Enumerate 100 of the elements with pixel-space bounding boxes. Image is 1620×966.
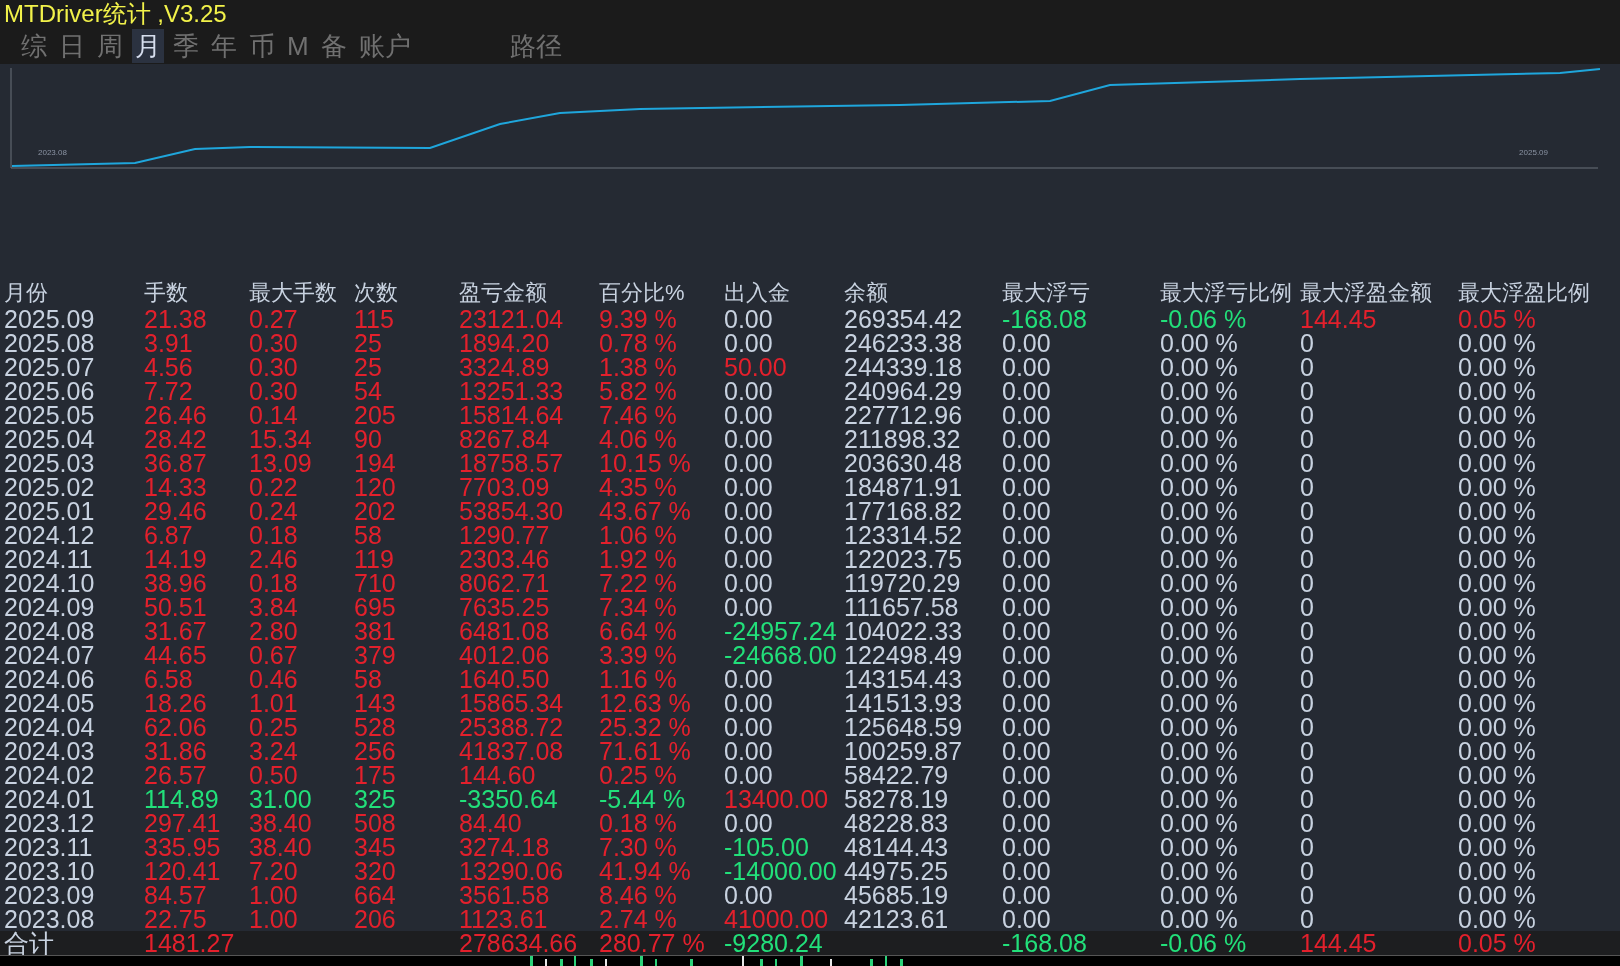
table-cell-text: 13400.00 — [724, 787, 830, 811]
table-cell-text: 0.00 — [1002, 643, 1052, 667]
table-cell-text: 0.00 — [724, 307, 774, 331]
table-cell-text: 0.00 — [1002, 667, 1052, 691]
table-cell-text: 0.00 — [1002, 763, 1052, 787]
table-cell-text: 508 — [354, 811, 397, 835]
tab[interactable]: 综 — [18, 28, 50, 63]
table-cell-text: 280.77 % — [599, 931, 706, 955]
table-cell-text: 379 — [354, 643, 397, 667]
table-cell-text: 0.00 — [724, 763, 774, 787]
table-cell-text: 2023.12 — [4, 811, 96, 835]
table-cell-text: 0.00 % — [1160, 499, 1239, 523]
tab[interactable]: 币 — [246, 28, 278, 63]
table-cell-text: 0 — [1300, 571, 1315, 595]
table-cell-text: 50.51 — [144, 595, 208, 619]
table-cell-text: 90 — [354, 427, 383, 451]
tab[interactable]: M — [284, 28, 312, 63]
table-cell-text: 13251.33 — [459, 379, 565, 403]
table-cell-text: 0.00 % — [1160, 427, 1239, 451]
tab[interactable]: 备 — [317, 28, 350, 63]
table-cell-text: 0.00 — [1002, 451, 1052, 475]
table-cell-text: -14000.00 — [724, 859, 838, 883]
table-cell-text: 0.00 — [724, 547, 774, 571]
table-cell-text: 0.00 — [1002, 715, 1052, 739]
table-cell-text: 50.00 — [724, 355, 788, 379]
table-cell-text: 合计 — [4, 931, 55, 955]
table-cell-text: 0.00 — [1002, 475, 1052, 499]
table-cell-text: 0 — [1300, 475, 1315, 499]
table-cell-text: 8062.71 — [459, 571, 551, 595]
table-cell-text: 184871.91 — [844, 475, 964, 499]
table-cell-text: 29.46 — [144, 499, 208, 523]
table-cell-text: 3.24 — [249, 739, 299, 763]
table-cell-text: 5.82 % — [599, 379, 678, 403]
table-cell-text: 44.65 — [144, 643, 208, 667]
tab[interactable]: 月 — [132, 28, 164, 63]
path-label[interactable]: 路径 — [509, 28, 562, 63]
table-cell-text: 1.00 — [249, 907, 299, 931]
table-cell-text: 12.63 % — [599, 691, 692, 715]
tab[interactable]: 账户 — [355, 28, 414, 63]
table-cell-text: 41.94 % — [599, 859, 692, 883]
table-cell-text: 0.00 % — [1160, 331, 1239, 355]
table-cell-text: 4012.06 — [459, 643, 551, 667]
table-cell-text: 0 — [1300, 835, 1315, 859]
table-cell-text: 0.00 % — [1160, 595, 1239, 619]
table-cell-text: 0.30 — [249, 331, 299, 355]
table-cell-text: 0.00 % — [1160, 739, 1239, 763]
column-header: 最大手数 — [249, 279, 338, 307]
table-cell-text: 0.00 % — [1458, 643, 1537, 667]
table-cell-text: 0 — [1300, 403, 1315, 427]
table-cell-text: 13.09 — [249, 451, 313, 475]
table-cell-text: 15.34 — [249, 427, 313, 451]
table-cell-text: 31.86 — [144, 739, 208, 763]
table-cell-text: 0.00 — [1002, 619, 1052, 643]
table-cell-text: 0.24 — [249, 499, 299, 523]
table-cell-text: 0.00 — [1002, 355, 1052, 379]
column-header: 最大浮盈金额 — [1300, 279, 1433, 307]
table-cell-text: 0.00 % — [1458, 883, 1537, 907]
table-cell-text: 0.00 — [724, 331, 774, 355]
tab[interactable]: 日 — [56, 28, 88, 63]
table-cell-text: 0.05 % — [1458, 307, 1537, 331]
table-cell-text: 84.40 — [459, 811, 523, 835]
table-cell-text: 256 — [354, 739, 397, 763]
table-cell-text: 0 — [1300, 667, 1315, 691]
column-header: 最大浮亏 — [1002, 279, 1091, 307]
table-cell-text: 664 — [354, 883, 397, 907]
table-cell-text: 0.30 — [249, 355, 299, 379]
table-cell-text: 0.00 — [1002, 787, 1052, 811]
table-cell-text: 0.00 — [724, 403, 774, 427]
table-cell-text: 205 — [354, 403, 397, 427]
table-cell-text: 115 — [354, 307, 395, 331]
table-cell-text: 58422.79 — [844, 763, 950, 787]
table-cell-text: 38.40 — [249, 835, 313, 859]
table-cell-text: 175 — [354, 763, 397, 787]
axis-label: 2023.08 — [38, 147, 67, 158]
table-cell-text: 0.00 % — [1160, 547, 1239, 571]
table-cell-text: -24957.24 — [724, 619, 838, 643]
tab[interactable]: 周 — [94, 28, 126, 63]
table-cell-text: 0.00 — [1002, 907, 1052, 931]
table-cell-text: 2024.07 — [4, 643, 96, 667]
table-cell-text: 2025.02 — [4, 475, 96, 499]
table-cell-text: 1.06 % — [599, 523, 678, 547]
table-cell-text: 206 — [354, 907, 397, 931]
table-cell-text: 0.00 % — [1458, 547, 1537, 571]
table-cell-text: 0.00 % — [1458, 667, 1537, 691]
table-cell-text: 0.00 — [724, 883, 774, 907]
table-cell-text: 41837.08 — [459, 739, 565, 763]
table-cell-text: -5.44 % — [599, 787, 687, 811]
table-cell-text: 18.26 — [144, 691, 208, 715]
table-cell-text: 0 — [1300, 331, 1315, 355]
table-cell-text: 15865.34 — [459, 691, 565, 715]
table-cell-text: 0.00 % — [1458, 427, 1537, 451]
table-cell-text: 0.00 % — [1160, 523, 1239, 547]
table-cell-text: 2023.10 — [4, 859, 96, 883]
tab[interactable]: 年 — [208, 28, 240, 63]
table-cell-text: 0.22 — [249, 475, 299, 499]
table-cell-text: 4.56 — [144, 355, 194, 379]
table-cell-text: 0.00 — [724, 595, 774, 619]
tab[interactable]: 季 — [170, 28, 202, 63]
table-cell-text: 0.00 — [1002, 571, 1052, 595]
table-cell-text: -3350.64 — [459, 787, 559, 811]
